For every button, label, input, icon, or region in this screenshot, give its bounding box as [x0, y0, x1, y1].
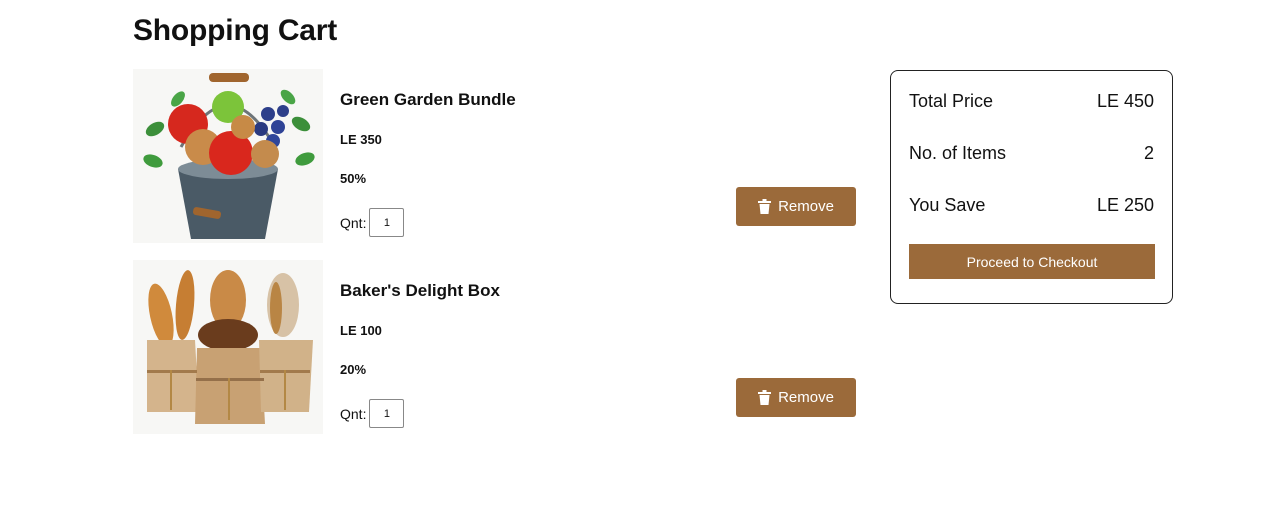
page-title: Shopping Cart	[133, 14, 338, 47]
total-price-value: LE 450	[1096, 91, 1154, 111]
order-summary-panel: Total Price LE 450 No. of Items 2 You Sa…	[890, 70, 1173, 304]
item-name: Green Garden Bundle	[340, 90, 516, 109]
quantity-label: Qnt:	[340, 405, 367, 422]
item-price: LE 100	[340, 323, 382, 338]
item-count-row: No. of Items 2	[909, 143, 1154, 164]
item-count-value: 2	[1143, 143, 1154, 163]
remove-button-label: Remove	[778, 198, 834, 215]
savings-row: You Save LE 250	[909, 195, 1154, 216]
checkout-button[interactable]: Proceed to Checkout	[909, 244, 1155, 279]
item-discount: 20%	[340, 362, 367, 377]
savings-value: LE 250	[1096, 195, 1154, 215]
quantity-input[interactable]	[369, 208, 405, 237]
trash-icon	[758, 390, 772, 405]
item-discount: 50%	[340, 171, 367, 186]
cart-page: Shopping Cart Green Garden Bundle LE 350…	[0, 0, 1280, 507]
remove-button[interactable]: Remove	[736, 187, 856, 226]
remove-button[interactable]: Remove	[736, 378, 856, 417]
total-price-row: Total Price LE 450	[909, 91, 1154, 112]
total-price-label: Total Price	[909, 91, 994, 111]
cart-item: Green Garden Bundle LE 350 50% Qnt: Remo…	[133, 69, 858, 243]
quantity-row: Qnt:	[340, 208, 405, 237]
remove-button-label: Remove	[778, 389, 834, 406]
savings-label: You Save	[909, 195, 986, 215]
trash-icon	[758, 199, 772, 214]
bread-bags-image	[133, 260, 323, 434]
item-price: LE 350	[340, 132, 382, 147]
vegetable-basket-image	[133, 69, 323, 243]
item-name: Baker's Delight Box	[340, 281, 500, 300]
item-count-label: No. of Items	[909, 143, 1007, 163]
quantity-row: Qnt:	[340, 399, 405, 428]
quantity-label: Qnt:	[340, 214, 367, 231]
cart-item: Baker's Delight Box LE 100 20% Qnt: Remo…	[133, 260, 858, 434]
quantity-input[interactable]	[369, 399, 405, 428]
